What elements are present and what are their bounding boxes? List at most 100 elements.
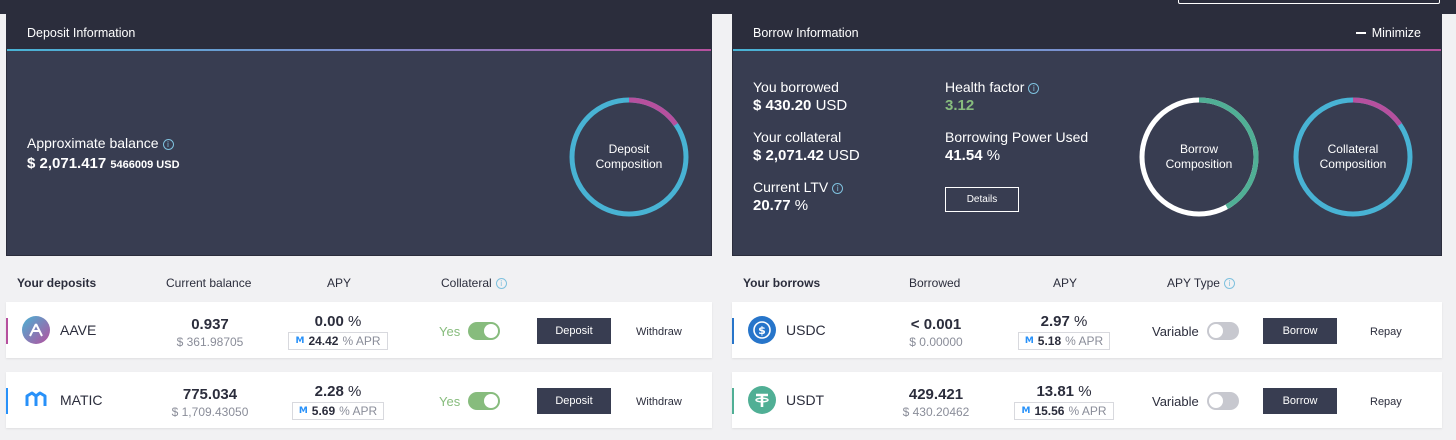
apy-value: 13.81 — [1036, 383, 1075, 400]
deposits-header-apy[interactable]: APY — [327, 276, 351, 290]
deposit-row-aave[interactable]: AAVE 0.937 $ 361.98705 0.00 % M 24.42% AP… — [6, 302, 712, 358]
apy-unit: % — [348, 383, 362, 400]
repay-button[interactable]: Repay — [1370, 326, 1402, 338]
info-icon[interactable]: i — [162, 139, 174, 150]
usdc-icon: $ — [748, 316, 776, 344]
you-borrowed-unit: USD — [815, 97, 848, 114]
balance-usd: $ 1,709.43050 — [171, 405, 249, 419]
apr-value: 24.42 — [308, 334, 339, 348]
info-icon[interactable]: i — [1028, 83, 1040, 94]
deposit-row-matic[interactable]: MATIC 775.034 $ 1,709.43050 2.28 % M 5.69… — [6, 372, 712, 428]
deposit-button[interactable]: Deposit — [537, 388, 611, 414]
borrowing-power-value: 41.54 — [945, 147, 983, 164]
apr-unit: % APR — [1065, 334, 1104, 348]
borrows-header-asset: Your borrows — [743, 276, 821, 290]
borrow-button[interactable]: Borrow — [1263, 318, 1337, 344]
current-balance-cell: 775.034 $ 1,709.43050 — [146, 386, 274, 419]
balance-value: 775.034 — [182, 386, 238, 403]
apy-value: 0.00 — [314, 313, 344, 330]
collateral-composition-chart[interactable]: Collateral Composition — [1291, 95, 1415, 219]
borrowing-power-label: Borrowing Power Used — [945, 129, 1089, 145]
deposit-donut-line2: Composition — [595, 157, 663, 171]
apy-type-header-label[interactable]: APY Type — [1167, 276, 1220, 290]
deposits-header-balance[interactable]: Current balance — [166, 276, 251, 290]
apy-type-switch[interactable] — [1206, 322, 1239, 340]
collateral-toggle[interactable]: Yes — [439, 392, 501, 410]
you-borrowed-stat: You borrowed $ 430.20 USD — [753, 79, 847, 114]
top-search-box[interactable] — [1178, 0, 1440, 4]
apy-type-toggle[interactable]: Variable — [1152, 392, 1239, 410]
borrows-header-apy[interactable]: APY — [1053, 276, 1077, 290]
borrow-row-usdc[interactable]: $ USDC < 0.001 $ 0.00000 2.97 % M 5.18% A… — [732, 302, 1442, 358]
collateral-switch[interactable] — [468, 392, 501, 410]
info-icon[interactable]: i — [832, 183, 844, 194]
borrow-row-usdt[interactable]: USDT 429.421 $ 430.20462 13.81 % M 15.56%… — [732, 372, 1442, 428]
your-collateral-label: Your collateral — [753, 129, 842, 145]
borrowed-value: < 0.001 — [910, 316, 962, 333]
borrowed-value: 429.421 — [908, 386, 964, 403]
apr-unit: % APR — [342, 334, 381, 348]
apy-cell: 0.00 % M 24.42% APR — [278, 313, 398, 350]
apy-cell: 2.28 % M 5.69% APR — [278, 383, 398, 420]
your-collateral-unit: USD — [828, 147, 860, 164]
borrow-button[interactable]: Borrow — [1263, 388, 1337, 414]
apy-cell: 13.81 % M 15.56% APR — [1004, 383, 1124, 420]
apy-value: 2.97 — [1040, 313, 1070, 330]
apr-value: 5.18 — [1037, 334, 1062, 348]
balance-value: 0.937 — [191, 316, 229, 333]
borrowing-power-stat: Borrowing Power Used 41.54 % — [945, 129, 1088, 164]
apy-unit: % — [348, 313, 362, 330]
collateral-switch[interactable] — [468, 322, 501, 340]
row-accent — [6, 388, 8, 414]
current-ltv-value: 20.77 — [753, 197, 791, 214]
matic-small-icon: M — [1024, 336, 1034, 346]
borrow-composition-chart[interactable]: Borrow Composition — [1137, 95, 1261, 219]
deposit-donut-line1: Deposit — [608, 142, 650, 156]
withdraw-button[interactable]: Withdraw — [636, 396, 682, 408]
borrow-panel-header: Borrow Information Minimize — [733, 15, 1441, 51]
withdraw-button[interactable]: Withdraw — [636, 326, 682, 338]
apy-unit: % — [1074, 313, 1088, 330]
apy-type-label: Variable — [1152, 323, 1199, 339]
asset-name: USDC — [786, 322, 826, 338]
collateral-status: Yes — [439, 393, 461, 409]
info-icon[interactable]: i — [1223, 278, 1235, 289]
current-ltv-unit: % — [794, 197, 809, 214]
health-factor-stat: Health factor i 3.12 — [945, 79, 1040, 114]
you-borrowed-label: You borrowed — [753, 79, 839, 95]
apy-type-toggle[interactable]: Variable — [1152, 322, 1239, 340]
apy-type-label: Variable — [1152, 393, 1199, 409]
matic-small-icon: M — [298, 406, 308, 416]
borrows-header-borrowed[interactable]: Borrowed — [909, 276, 960, 290]
borrow-donut-line2: Composition — [1165, 157, 1233, 171]
collateral-donut-line2: Composition — [1319, 157, 1387, 171]
borrow-panel-title: Borrow Information — [753, 26, 859, 40]
borrow-donut-line1: Borrow — [1179, 142, 1218, 156]
top-nav-bar — [0, 0, 1456, 14]
asset-name: MATIC — [60, 392, 103, 408]
balance-usd: $ 361.98705 — [176, 335, 244, 349]
matic-icon — [22, 386, 50, 414]
deposit-button[interactable]: Deposit — [537, 318, 611, 344]
deposit-composition-chart[interactable]: Deposit Composition — [567, 95, 691, 219]
borrowed-usd: $ 0.00000 — [909, 335, 963, 349]
repay-button[interactable]: Repay — [1370, 396, 1402, 408]
minimize-label: Minimize — [1371, 26, 1421, 40]
approximate-balance-small: 5466009 USD — [110, 159, 180, 171]
borrowed-cell: 429.421 $ 430.20462 — [872, 386, 1000, 419]
apr-unit: % APR — [339, 404, 378, 418]
deposit-information-panel: Deposit Information Approximate balance i… — [6, 14, 712, 256]
collateral-toggle[interactable]: Yes — [439, 322, 501, 340]
matic-small-icon: M — [295, 336, 305, 346]
approximate-balance-label: Approximate balance — [27, 135, 159, 151]
minimize-button[interactable]: Minimize — [1355, 26, 1421, 40]
current-ltv-label: Current LTV — [753, 179, 829, 195]
details-button[interactable]: Details — [945, 187, 1019, 212]
apy-type-switch[interactable] — [1206, 392, 1239, 410]
apr-unit: % APR — [1068, 404, 1107, 418]
asset-name: USDT — [786, 392, 825, 408]
apr-badge: M 5.69% APR — [291, 402, 385, 420]
info-icon[interactable]: i — [495, 278, 507, 289]
collateral-header-label[interactable]: Collateral — [441, 276, 492, 290]
apy-value: 2.28 — [314, 383, 344, 400]
